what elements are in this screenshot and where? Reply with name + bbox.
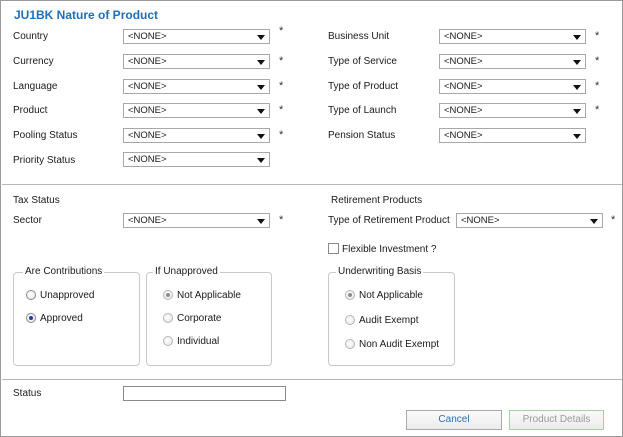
currency-select[interactable]: <NONE> (123, 54, 270, 69)
required-marker: * (595, 30, 600, 42)
chevron-down-icon (257, 109, 265, 114)
business-unit-value: <NONE> (444, 31, 483, 42)
pooling-status-label: Pooling Status (13, 130, 78, 141)
sector-value: <NONE> (128, 215, 167, 226)
audit-exempt-label: Audit Exempt (359, 315, 419, 326)
flexible-investment-checkbox[interactable] (328, 243, 339, 254)
pooling-status-select[interactable]: <NONE> (123, 128, 270, 143)
sector-select[interactable]: <NONE> (123, 213, 270, 228)
section-divider (2, 184, 622, 185)
product-details-button[interactable]: Product Details (509, 410, 604, 430)
type-of-product-label: Type of Product (328, 81, 399, 92)
corporate-radio[interactable] (163, 313, 173, 323)
chevron-down-icon (257, 158, 265, 163)
type-of-launch-select[interactable]: <NONE> (439, 103, 586, 118)
currency-value: <NONE> (128, 56, 167, 67)
required-marker: * (595, 104, 600, 116)
status-label: Status (13, 388, 42, 399)
chevron-down-icon (573, 85, 581, 90)
required-marker: * (611, 214, 616, 226)
language-select[interactable]: <NONE> (123, 79, 270, 94)
approved-radio[interactable] (26, 313, 36, 323)
required-marker: * (279, 129, 284, 141)
required-marker: * (595, 55, 600, 67)
priority-status-select[interactable]: <NONE> (123, 152, 270, 167)
required-marker: * (595, 80, 600, 92)
type-of-launch-value: <NONE> (444, 105, 483, 116)
chevron-down-icon (257, 35, 265, 40)
type-of-launch-label: Type of Launch (328, 105, 397, 116)
country-label: Country (13, 31, 49, 42)
uw-not-applicable-radio[interactable] (345, 290, 355, 300)
type-of-service-label: Type of Service (328, 56, 397, 67)
required-marker: * (279, 80, 284, 92)
language-label: Language (13, 81, 58, 92)
type-of-product-select[interactable]: <NONE> (439, 79, 586, 94)
section-divider (2, 379, 622, 380)
are-contributions-legend: Are Contributions (23, 266, 105, 277)
cancel-button[interactable]: Cancel (406, 410, 502, 430)
status-field[interactable] (123, 386, 286, 401)
type-of-product-value: <NONE> (444, 81, 483, 92)
business-unit-label: Business Unit (328, 31, 390, 42)
not-applicable-label: Not Applicable (177, 290, 241, 301)
tax-status-heading: Tax Status (13, 195, 60, 206)
type-of-service-select[interactable]: <NONE> (439, 54, 586, 69)
country-value: <NONE> (128, 31, 167, 42)
priority-status-value: <NONE> (128, 154, 167, 165)
unapproved-radio[interactable] (26, 290, 36, 300)
language-value: <NONE> (128, 81, 167, 92)
chevron-down-icon (573, 35, 581, 40)
chevron-down-icon (573, 109, 581, 114)
required-marker: * (279, 104, 284, 116)
required-marker: * (279, 55, 284, 67)
product-label: Product (13, 105, 48, 116)
chevron-down-icon (257, 134, 265, 139)
non-audit-exempt-label: Non Audit Exempt (359, 339, 440, 350)
corporate-label: Corporate (177, 313, 222, 324)
chevron-down-icon (590, 219, 598, 224)
nature-of-product-dialog: JU1BK Nature of Product Country <NONE> *… (0, 0, 623, 437)
type-of-retirement-product-select[interactable]: <NONE> (456, 213, 603, 228)
unapproved-label: Unapproved (40, 290, 95, 301)
business-unit-select[interactable]: <NONE> (439, 29, 586, 44)
approved-label: Approved (40, 313, 83, 324)
retirement-products-heading: Retirement Products (331, 195, 423, 206)
individual-radio[interactable] (163, 336, 173, 346)
sector-label: Sector (13, 215, 42, 226)
chevron-down-icon (257, 219, 265, 224)
pension-status-select[interactable]: <NONE> (439, 128, 586, 143)
dialog-title: JU1BK Nature of Product (14, 8, 159, 22)
required-marker: * (279, 25, 284, 37)
chevron-down-icon (573, 134, 581, 139)
required-marker: * (279, 214, 284, 226)
audit-exempt-radio[interactable] (345, 315, 355, 325)
pension-status-value: <NONE> (444, 130, 483, 141)
pension-status-label: Pension Status (328, 130, 396, 141)
type-of-service-value: <NONE> (444, 56, 483, 67)
chevron-down-icon (257, 60, 265, 65)
chevron-down-icon (257, 85, 265, 90)
non-audit-exempt-radio[interactable] (345, 339, 355, 349)
individual-label: Individual (177, 336, 220, 347)
not-applicable-radio[interactable] (163, 290, 173, 300)
underwriting-basis-legend: Underwriting Basis (336, 266, 424, 277)
currency-label: Currency (13, 56, 54, 67)
if-unapproved-legend: If Unapproved (153, 266, 220, 277)
type-of-retirement-product-value: <NONE> (461, 215, 500, 226)
uw-not-applicable-label: Not Applicable (359, 290, 423, 301)
product-select[interactable]: <NONE> (123, 103, 270, 118)
priority-status-label: Priority Status (13, 155, 76, 166)
flexible-investment-label: Flexible Investment ? (342, 244, 437, 255)
product-value: <NONE> (128, 105, 167, 116)
country-select[interactable]: <NONE> (123, 29, 270, 44)
type-of-retirement-product-label: Type of Retirement Product (328, 215, 450, 226)
chevron-down-icon (573, 60, 581, 65)
pooling-status-value: <NONE> (128, 130, 167, 141)
